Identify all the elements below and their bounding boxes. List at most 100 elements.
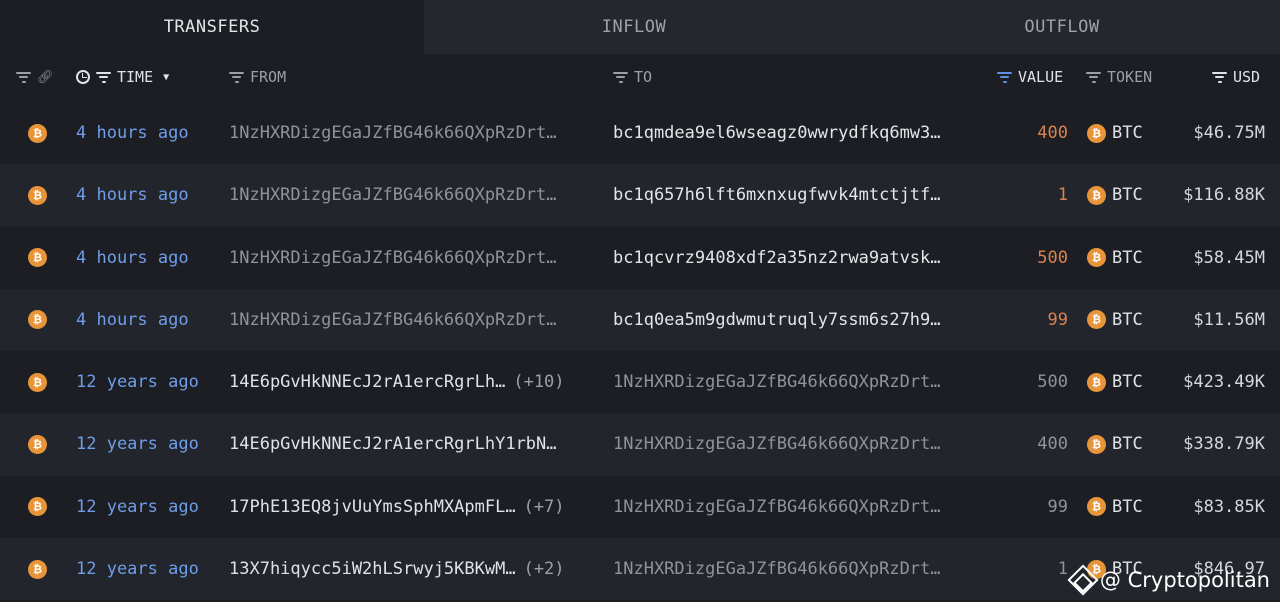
row-from[interactable]: 14E6pGvHkNNEcJ2rA1ercRgrLhY1rbN… (229, 413, 599, 475)
row-value: 99 (1047, 309, 1068, 330)
row-time[interactable]: 12 years ago (76, 538, 199, 600)
row-from-address[interactable]: 14E6pGvHkNNEcJ2rA1ercRgrLhY1rbN… (229, 434, 557, 454)
row-to[interactable]: 1NzHXRDizgEGaJZfBG46k66QXpRzDrt… (613, 413, 978, 475)
row-from-address[interactable]: 13X7hiqycc5iW2hLSrwyj5KBKwM… (229, 559, 516, 579)
tab-outflow[interactable]: OUTFLOW (844, 0, 1280, 54)
header-to-label: TO (634, 68, 653, 86)
row-from-extra-count[interactable]: (+7) (524, 497, 565, 517)
to-filter-icon[interactable] (613, 71, 628, 83)
filter-icon[interactable] (16, 71, 31, 83)
header-usd[interactable]: USD (1212, 54, 1260, 100)
row-from[interactable]: 1NzHXRDizgEGaJZfBG46k66QXpRzDrt… (229, 102, 599, 164)
row-token-symbol: BTC (1112, 372, 1143, 393)
bitcoin-icon: ₿ (28, 123, 47, 143)
row-from[interactable]: 17PhE13EQ8jvUuYmsSphMXApmFL… (+7) (229, 476, 599, 538)
row-token[interactable]: ₿ BTC (1087, 476, 1143, 538)
bitcoin-icon: ₿ (1087, 372, 1106, 392)
row-to[interactable]: bc1q657h6lft6mxnxugfwvk4mtctjtf… (613, 164, 978, 226)
row-from[interactable]: 1NzHXRDizgEGaJZfBG46k66QXpRzDrt… (229, 164, 599, 226)
row-from-address[interactable]: 14E6pGvHkNNEcJ2rA1ercRgrLh… (229, 372, 505, 392)
table-row[interactable]: ₿ 4 hours ago 1NzHXRDizgEGaJZfBG46k66QXpRz… (0, 102, 1280, 164)
token-filter-icon[interactable] (1086, 71, 1101, 83)
row-to-address[interactable]: 1NzHXRDizgEGaJZfBG46k66QXpRzDrt… (613, 434, 941, 454)
bitcoin-icon: ₿ (28, 185, 47, 205)
bitcoin-icon: ₿ (28, 497, 47, 517)
row-chain-icon-cell: ₿ (28, 102, 47, 164)
table-row[interactable]: ₿ 4 hours ago 1NzHXRDizgEGaJZfBG46k66QXpRz… (0, 288, 1280, 352)
row-time[interactable]: 4 hours ago (76, 227, 189, 289)
table-row[interactable]: ₿ 12 years ago 14E6pGvHkNNEcJ2rA1ercRgrLh…… (0, 351, 1280, 413)
table-header: 🔗︎ TIME ▼ FROM TO VALUE TOKEN USD (0, 54, 1280, 100)
row-from-extra-count[interactable]: (+10) (513, 372, 564, 392)
bitcoin-icon: ₿ (1087, 310, 1106, 330)
value-filter-icon[interactable] (997, 71, 1012, 83)
row-to-address[interactable]: 1NzHXRDizgEGaJZfBG46k66QXpRzDrt… (613, 372, 941, 392)
watermark: @ Cryptopolitan (1067, 564, 1270, 596)
table-row[interactable]: ₿ 4 hours ago 1NzHXRDizgEGaJZfBG46k66QXpRz… (0, 164, 1280, 227)
row-time[interactable]: 4 hours ago (76, 289, 189, 351)
row-time[interactable]: 12 years ago (76, 476, 199, 538)
row-to-address[interactable]: bc1q0ea5m9gdwmutruqly7ssm6s27h9… (613, 310, 941, 330)
sort-desc-icon[interactable]: ▼ (163, 72, 169, 83)
row-to-address[interactable]: 1NzHXRDizgEGaJZfBG46k66QXpRzDrt… (613, 497, 941, 517)
row-from-address[interactable]: 1NzHXRDizgEGaJZfBG46k66QXpRzDrt… (229, 185, 557, 205)
tab-inflow[interactable]: INFLOW (424, 0, 844, 54)
row-chain-icon-cell: ₿ (28, 351, 47, 413)
row-token-symbol: BTC (1112, 123, 1143, 143)
tab-transfers[interactable]: TRANSFERS (0, 0, 424, 54)
table-row[interactable]: ₿ 12 years ago 17PhE13EQ8jvUuYmsSphMXApmFL… (0, 476, 1280, 538)
row-token[interactable]: ₿ BTC (1087, 102, 1143, 164)
row-to-address[interactable]: 1NzHXRDizgEGaJZfBG46k66QXpRzDrt… (613, 559, 941, 579)
time-filter-icon[interactable] (96, 71, 111, 83)
row-token[interactable]: ₿ BTC (1087, 164, 1143, 226)
row-usd: $338.79K (1183, 434, 1265, 455)
row-token-symbol: BTC (1112, 496, 1143, 517)
row-to-address[interactable]: bc1qcvrz9408xdf2a35nz2rwa9atvsk… (613, 248, 941, 268)
row-to[interactable]: bc1q0ea5m9gdwmutruqly7ssm6s27h9… (613, 289, 978, 351)
row-from-address[interactable]: 17PhE13EQ8jvUuYmsSphMXApmFL… (229, 497, 516, 517)
link-icon[interactable]: 🔗︎ (37, 70, 54, 85)
bitcoin-icon: ₿ (1087, 248, 1106, 268)
row-time[interactable]: 4 hours ago (76, 164, 189, 226)
row-chain-icon-cell: ₿ (28, 164, 47, 226)
row-from[interactable]: 1NzHXRDizgEGaJZfBG46k66QXpRzDrt… (229, 227, 599, 289)
row-token[interactable]: ₿ BTC (1087, 289, 1143, 351)
header-token[interactable]: TOKEN (1086, 54, 1152, 100)
row-to[interactable]: 1NzHXRDizgEGaJZfBG46k66QXpRzDrt… (613, 476, 978, 538)
row-to[interactable]: bc1qmdea9el6wseagz0wwrydfkq6mw3… (613, 102, 978, 164)
row-time[interactable]: 4 hours ago (76, 102, 189, 164)
row-from[interactable]: 1NzHXRDizgEGaJZfBG46k66QXpRzDrt… (229, 289, 599, 351)
header-from[interactable]: FROM (229, 54, 286, 100)
header-to[interactable]: TO (613, 54, 652, 100)
row-value: 400 (1037, 123, 1068, 143)
row-to[interactable]: 1NzHXRDizgEGaJZfBG46k66QXpRzDrt… (613, 351, 978, 413)
row-from[interactable]: 14E6pGvHkNNEcJ2rA1ercRgrLh… (+10) (229, 351, 599, 413)
row-usd: $116.88K (1183, 185, 1265, 206)
row-token[interactable]: ₿ BTC (1087, 227, 1143, 289)
bitcoin-icon: ₿ (28, 559, 47, 579)
row-time[interactable]: 12 years ago (76, 413, 199, 475)
row-to[interactable]: 1NzHXRDizgEGaJZfBG46k66QXpRzDrt… (613, 538, 978, 600)
header-time[interactable]: TIME ▼ (76, 54, 169, 100)
row-time[interactable]: 12 years ago (76, 351, 199, 413)
row-to[interactable]: bc1qcvrz9408xdf2a35nz2rwa9atvsk… (613, 227, 978, 289)
row-to-address[interactable]: bc1q657h6lft6mxnxugfwvk4mtctjtf… (613, 185, 941, 205)
table-row[interactable]: ₿ 4 hours ago 1NzHXRDizgEGaJZfBG46k66QXpRz… (0, 227, 1280, 289)
row-from-address[interactable]: 1NzHXRDizgEGaJZfBG46k66QXpRzDrt… (229, 310, 557, 330)
row-chain-icon-cell: ₿ (28, 227, 47, 289)
header-value[interactable]: VALUE (997, 54, 1063, 100)
from-filter-icon[interactable] (229, 71, 244, 83)
row-to-address[interactable]: bc1qmdea9el6wseagz0wwrydfkq6mw3… (613, 123, 941, 143)
row-from-address[interactable]: 1NzHXRDizgEGaJZfBG46k66QXpRzDrt… (229, 248, 557, 268)
usd-filter-icon[interactable] (1212, 71, 1227, 83)
row-token[interactable]: ₿ BTC (1087, 351, 1143, 413)
row-value: 1 (1057, 185, 1068, 206)
table-row[interactable]: ₿ 12 years ago 14E6pGvHkNNEcJ2rA1ercRgrLhY… (0, 413, 1280, 476)
row-from-extra-count[interactable]: (+2) (524, 559, 565, 579)
tab-bar: TRANSFERS INFLOW OUTFLOW (0, 0, 1280, 54)
row-token-symbol: BTC (1112, 247, 1143, 268)
row-from[interactable]: 13X7hiqycc5iW2hLSrwyj5KBKwM… (+2) (229, 538, 599, 600)
row-token[interactable]: ₿ BTC (1087, 413, 1143, 475)
row-from-address[interactable]: 1NzHXRDizgEGaJZfBG46k66QXpRzDrt… (229, 123, 557, 143)
bitcoin-icon: ₿ (28, 434, 47, 454)
